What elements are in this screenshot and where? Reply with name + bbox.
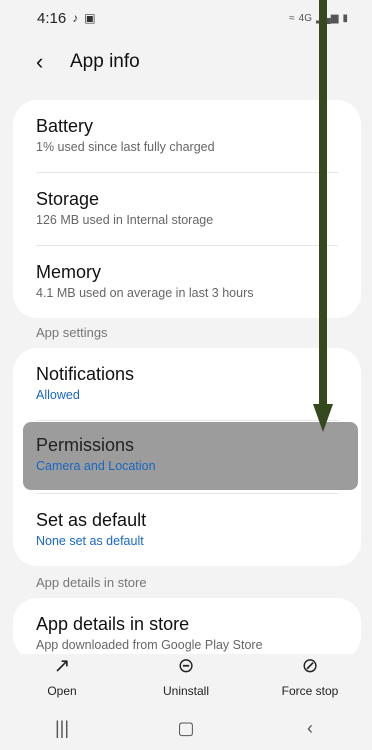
memory-row[interactable]: Memory 4.1 MB used on average in last 3 …: [13, 246, 361, 318]
system-nav-bar: ||| ▢ ‹: [0, 706, 372, 750]
home-icon[interactable]: ▢: [156, 718, 216, 739]
notifications-title: Notifications: [36, 364, 135, 384]
gallery-icon: ▣: [84, 11, 96, 25]
force-stop-label: Force stop: [281, 684, 339, 698]
set-as-default-title: Set as default: [36, 510, 147, 530]
storage-row[interactable]: Storage 126 MB used in Internal storage: [13, 173, 361, 245]
notifications-subtitle: Allowed: [36, 388, 80, 402]
battery-icon: ▮: [342, 12, 348, 24]
open-external-icon: ↗: [53, 655, 71, 677]
app-details-title: App details in store: [36, 614, 190, 634]
app-details-row[interactable]: App details in store App downloaded from…: [13, 598, 361, 660]
force-stop-button[interactable]: ⊘ Force stop: [260, 654, 360, 700]
page-title: App info: [70, 51, 140, 72]
memory-subtitle: 4.1 MB used on average in last 3 hours: [36, 286, 254, 300]
force-stop-icon: ⊘: [301, 655, 319, 677]
battery-subtitle: 1% used since last fully charged: [36, 140, 215, 154]
permissions-subtitle: Camera and Location: [36, 459, 156, 473]
app-settings-header: App settings: [36, 325, 108, 340]
annotation-arrow-head: [313, 404, 333, 432]
battery-row[interactable]: Battery 1% used since last fully charged: [13, 100, 361, 172]
status-bar: 4:16 ♪ ▣ ≈ 4G ▂▄▆ ▮: [0, 0, 372, 36]
app-details-header: App details in store: [36, 575, 147, 590]
annotation-arrow: [319, 0, 327, 408]
permissions-title: Permissions: [36, 435, 135, 455]
store-card: App details in store App downloaded from…: [13, 598, 361, 660]
storage-title: Storage: [36, 189, 100, 209]
network-type: 4G: [298, 12, 313, 24]
status-time: 4:16: [37, 9, 67, 27]
recent-apps-icon[interactable]: |||: [32, 718, 92, 739]
back-button[interactable]: ‹: [36, 51, 62, 73]
permissions-highlight[interactable]: Permissions Camera and Location: [23, 422, 358, 490]
uninstall-button[interactable]: ⊝ Uninstall: [136, 654, 236, 700]
app-details-subtitle: App downloaded from Google Play Store: [36, 638, 263, 652]
memory-title: Memory: [36, 262, 102, 282]
app-bar: ‹ App info: [0, 44, 372, 80]
open-button[interactable]: ↗ Open: [12, 654, 112, 700]
notifications-row[interactable]: Notifications Allowed: [13, 348, 361, 420]
set-as-default-row[interactable]: Set as default None set as default: [13, 494, 361, 566]
set-as-default-subtitle: None set as default: [36, 534, 144, 548]
tiktok-icon: ♪: [72, 11, 79, 25]
uninstall-label: Uninstall: [162, 684, 210, 698]
open-label: Open: [47, 684, 77, 698]
battery-title: Battery: [36, 116, 94, 136]
bottom-action-bar: ↗ Open ⊝ Uninstall ⊘ Force stop: [0, 654, 372, 700]
uninstall-icon: ⊝: [177, 655, 195, 677]
back-icon[interactable]: ‹: [280, 718, 340, 739]
usage-card: Battery 1% used since last fully charged…: [13, 100, 361, 318]
wifi-icon: ≈: [289, 12, 295, 24]
storage-subtitle: 126 MB used in Internal storage: [36, 213, 214, 227]
chevron-left-icon: ‹: [36, 49, 44, 74]
